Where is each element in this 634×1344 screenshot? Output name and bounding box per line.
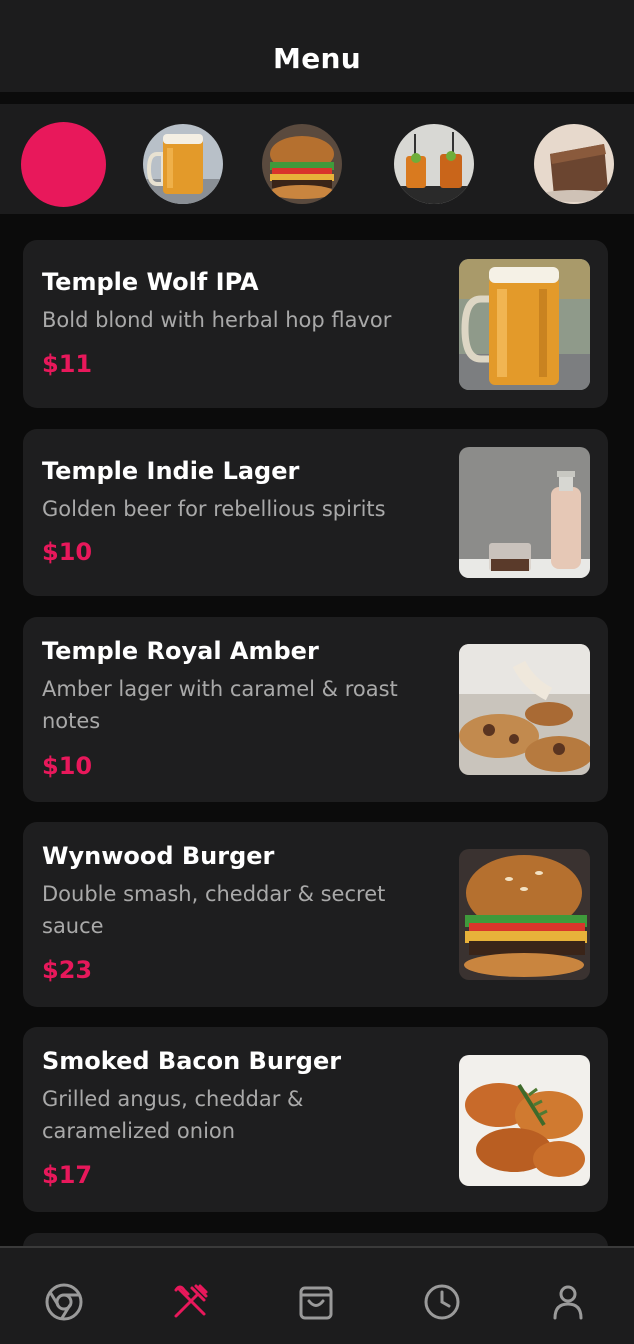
menu-item-description: Grilled angus, cheddar & caramelized oni… xyxy=(42,1087,304,1143)
nav-profile-tab[interactable] xyxy=(504,1248,630,1344)
category-scroller[interactable] xyxy=(0,104,634,214)
menu-item-price: $23 xyxy=(42,956,93,984)
menu-item-card[interactable]: Wynwood Burger Double smash, cheddar & s… xyxy=(23,822,608,1007)
menu-item-description: Amber lager with caramel & roast notes xyxy=(42,677,398,733)
nav-orders-tab[interactable] xyxy=(378,1248,504,1344)
menu-item-card[interactable]: Temple Wolf IPA Bold blond with herbal h… xyxy=(23,240,608,408)
menu-item-image xyxy=(459,849,590,980)
menu-item-image xyxy=(459,447,590,578)
beer-photo-icon xyxy=(143,124,223,204)
chef-plating-photo-icon xyxy=(459,644,590,775)
menu-item-name: Smoked Bacon Burger xyxy=(42,1047,342,1075)
menu-item-card[interactable]: Temple Indie Lager Golden beer for rebel… xyxy=(23,429,608,596)
bag-icon xyxy=(299,1286,333,1320)
cake-photo-icon xyxy=(534,124,614,204)
menu-item-image xyxy=(459,1055,590,1186)
menu-item-name: Wynwood Burger xyxy=(42,842,275,870)
burger-photo-icon xyxy=(459,849,590,980)
menu-item-description: Golden beer for rebellious spirits xyxy=(42,497,386,521)
cocktail-photo-icon xyxy=(394,124,474,204)
nav-home-tab[interactable] xyxy=(0,1248,126,1344)
menu-item-name: Temple Wolf IPA xyxy=(42,268,259,296)
clock-icon xyxy=(424,1284,460,1320)
app-header: Menu xyxy=(0,0,634,92)
chicken-wings-photo-icon xyxy=(459,1055,590,1186)
menu-item-name: Temple Royal Amber xyxy=(42,637,319,665)
menu-item-price: $10 xyxy=(42,752,93,780)
beer-mug-photo-icon xyxy=(459,259,590,390)
category-burgers-button[interactable] xyxy=(262,124,342,204)
category-desserts-button[interactable] xyxy=(534,124,614,204)
menu-item-description: Double smash, cheddar & secret sauce xyxy=(42,882,386,938)
utensils-icon xyxy=(174,1284,208,1318)
nav-cart-tab[interactable] xyxy=(252,1248,378,1344)
menu-item-image xyxy=(459,259,590,390)
menu-item-price: $10 xyxy=(42,538,93,566)
milk-bottle-photo-icon xyxy=(459,447,590,578)
menu-item-price: $17 xyxy=(42,1161,93,1189)
menu-item-name: Temple Indie Lager xyxy=(42,457,300,485)
menu-item-price: $11 xyxy=(42,350,93,378)
category-beer-button[interactable] xyxy=(143,124,223,204)
menu-item-card[interactable]: Smoked Bacon Burger Grilled angus, chedd… xyxy=(23,1027,608,1212)
category-cocktails-button[interactable] xyxy=(394,124,474,204)
chrome-icon xyxy=(45,1283,83,1321)
page-title: Menu xyxy=(273,41,361,75)
menu-item-description: Bold blond with herbal hop flavor xyxy=(42,308,392,332)
menu-item-card[interactable]: Temple Royal Amber Amber lager with cara… xyxy=(23,617,608,802)
menu-item-image xyxy=(459,644,590,775)
category-all-button[interactable] xyxy=(21,122,106,207)
burger-photo-icon xyxy=(262,124,342,204)
nav-menu-tab[interactable] xyxy=(126,1248,252,1344)
bottom-nav xyxy=(0,1246,634,1344)
user-icon xyxy=(553,1285,583,1320)
